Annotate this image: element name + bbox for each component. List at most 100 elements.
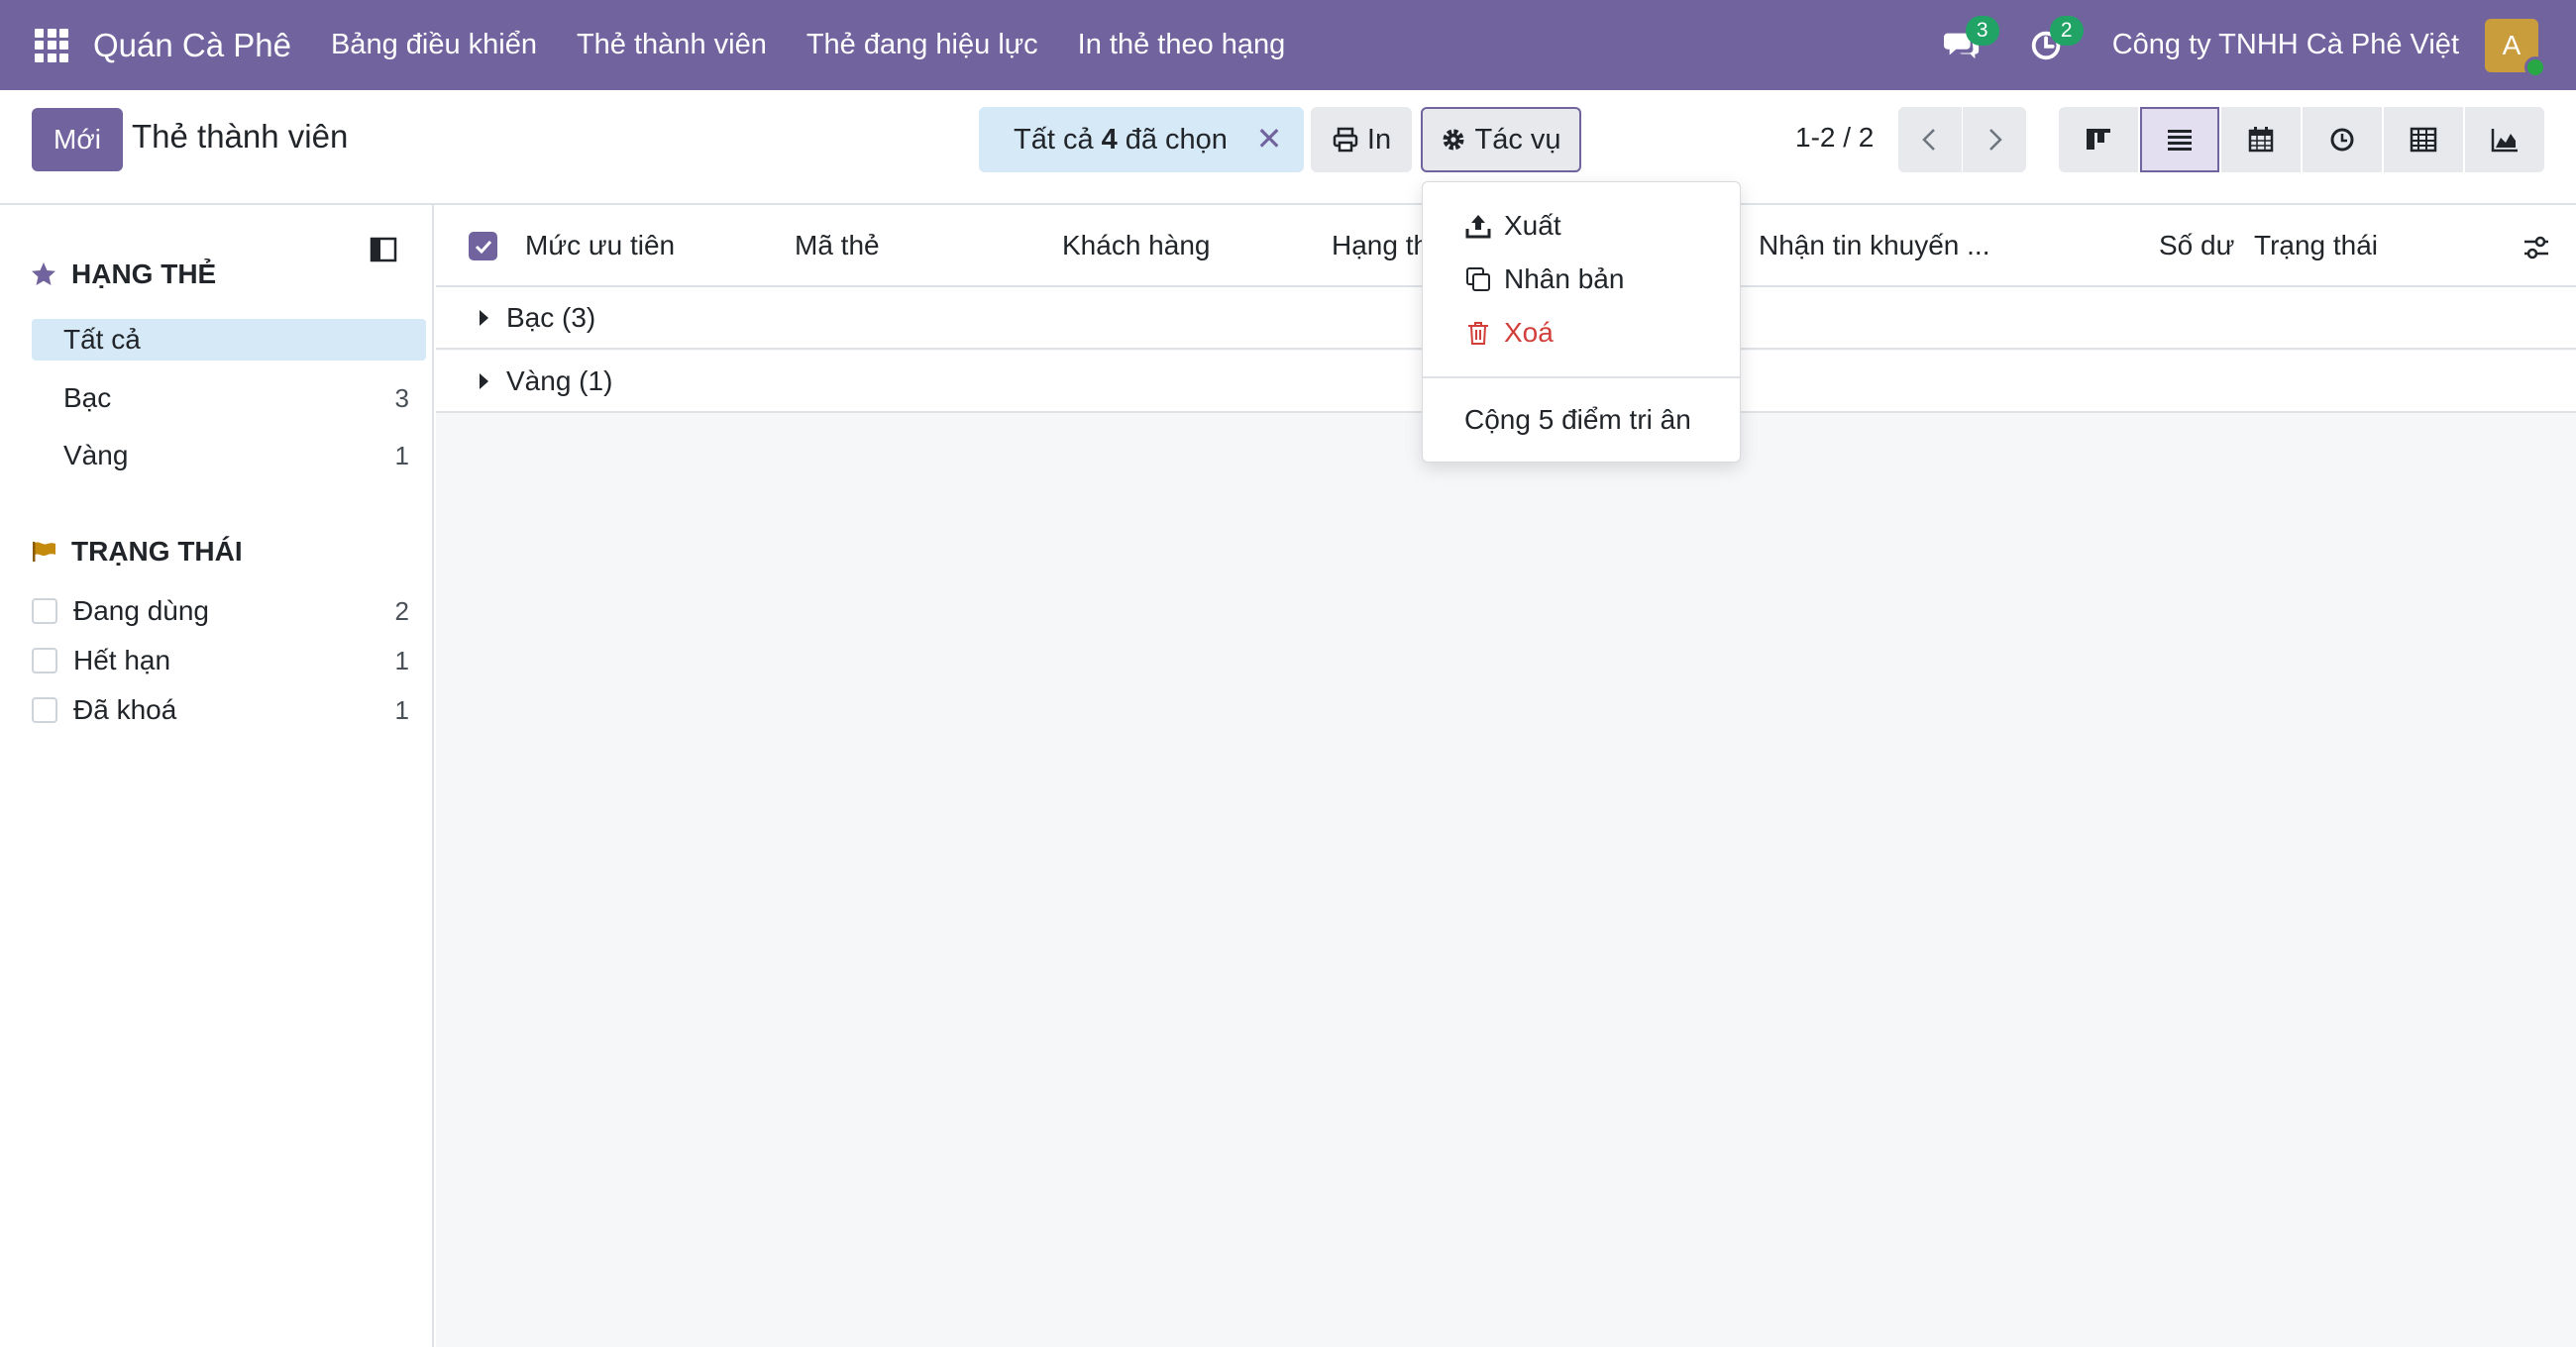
printer-icon (1333, 127, 1358, 153)
status-filter-label: Đã khoá (73, 694, 177, 725)
area-chart-icon (2491, 129, 2518, 153)
selection-suffix: đã chọn (1125, 123, 1228, 155)
menu-item-delete[interactable]: Xoá (1423, 309, 1740, 357)
flag-icon (33, 542, 55, 562)
pager-value[interactable]: 1-2 / 2 (1795, 122, 1874, 154)
status-filter-count: 1 (394, 645, 409, 675)
menu-item-label: Xoá (1504, 317, 1554, 348)
status-heading: TRẠNG THÁI (30, 532, 243, 571)
menu-item-export[interactable]: Xuất (1423, 202, 1740, 250)
gear-icon (1443, 129, 1464, 151)
optional-columns-icon[interactable] (2521, 232, 2552, 263)
trash-icon (1468, 322, 1488, 345)
column-card-code[interactable]: Mã thẻ (795, 230, 880, 261)
avatar-initial: A (2502, 29, 2522, 60)
calendar-view-button[interactable] (2221, 107, 2301, 172)
user-avatar[interactable]: A (2485, 18, 2546, 78)
status-checkbox[interactable] (32, 697, 57, 723)
tier-item-silver[interactable]: Bạc 3 (32, 377, 426, 419)
messages-count-badge: 3 (1965, 15, 1999, 46)
activities-icon[interactable]: 2 (2028, 15, 2084, 65)
tier-item-count: 1 (394, 440, 409, 470)
menu-item-label: Nhân bản (1504, 263, 1625, 294)
kanban-view-button[interactable] (2059, 107, 2138, 172)
activity-view-button[interactable] (2303, 107, 2382, 172)
tier-item-all[interactable]: Tất cả (32, 319, 426, 361)
page-title: Thẻ thành viên (132, 118, 349, 155)
menu-print-by-tier[interactable]: In thẻ theo hạng (1078, 29, 1286, 61)
status-checkbox[interactable] (32, 648, 57, 674)
menu-item-add-loyalty-points[interactable]: Cộng 5 điểm tri ân (1423, 396, 1740, 444)
status-heading-label: TRẠNG THÁI (71, 536, 243, 567)
company-switcher[interactable]: Công ty TNHH Cà Phê Việt (2112, 29, 2459, 61)
menu-member-cards[interactable]: Thẻ thành viên (577, 29, 767, 61)
clear-selection-icon[interactable]: ✕ (1252, 121, 1286, 156)
kanban-icon (2087, 129, 2110, 150)
app-brand[interactable]: Quán Cà Phê (93, 27, 291, 64)
caret-right-icon (480, 309, 488, 326)
upload-icon (1465, 215, 1491, 239)
pager-previous-button[interactable] (1898, 107, 1962, 172)
tier-item-gold[interactable]: Vàng 1 (32, 435, 426, 476)
group-label: Vàng (1) (506, 364, 613, 396)
select-all-link[interactable]: Tất cả (1014, 124, 1094, 156)
column-customer[interactable]: Khách hàng (1062, 230, 1210, 261)
search-panel: HẠNG THẺ Tất cả Bạc 3 Vàng 1 TRẠNG THÁI … (0, 205, 434, 1347)
menu-dashboard[interactable]: Bảng điều khiển (331, 29, 537, 61)
activity-clock-icon (2330, 128, 2354, 152)
app-menu-grid-icon[interactable] (35, 28, 68, 62)
pager-next-button[interactable] (1963, 107, 2026, 172)
chevron-right-icon (1989, 129, 2002, 151)
menu-active-cards[interactable]: Thẻ đang hiệu lực (806, 29, 1038, 61)
menu-divider (1423, 376, 1740, 378)
view-switcher (2059, 107, 2544, 172)
new-button[interactable]: Mới (32, 108, 123, 171)
pivot-view-button[interactable] (2384, 107, 2463, 172)
selection-count: 4 (1101, 123, 1118, 155)
status-filter-in-use[interactable]: Đang dùng 2 (32, 590, 426, 632)
select-all-checkbox[interactable] (469, 232, 497, 260)
chevron-left-icon (1922, 129, 1935, 151)
tier-item-label: Bạc (63, 382, 112, 413)
status-filter-label: Đang dùng (73, 595, 210, 626)
status-filter-expired[interactable]: Hết hạn 1 (32, 640, 426, 681)
checkmark-icon (475, 240, 491, 254)
pivot-table-icon (2410, 127, 2437, 153)
tier-item-label: Tất cả (63, 324, 141, 355)
column-priority[interactable]: Mức ưu tiên (525, 230, 675, 261)
action-menu-button[interactable]: Tác vụ (1421, 107, 1581, 172)
control-panel: Mới Thẻ thành viên Tất cả 4 đã chọn ✕ In… (0, 90, 2576, 205)
status-filter-locked[interactable]: Đã khoá 1 (32, 689, 426, 731)
list-icon (2168, 130, 2192, 151)
print-button[interactable]: In (1311, 107, 1412, 172)
messages-icon[interactable]: 3 (1943, 15, 1999, 65)
star-icon (32, 262, 55, 285)
activities-count-badge: 2 (2049, 15, 2084, 46)
graph-view-button[interactable] (2465, 107, 2544, 172)
print-label: In (1366, 123, 1392, 155)
tier-heading: HẠNG THẺ (30, 255, 216, 294)
calendar-icon (2248, 127, 2274, 153)
top-navbar: Quán Cà Phê Bảng điều khiển Thẻ thành vi… (0, 0, 2576, 90)
menu-item-duplicate[interactable]: Nhân bản (1423, 256, 1740, 303)
action-menu-label: Tác vụ (1474, 123, 1561, 155)
caret-right-icon (480, 372, 488, 389)
group-label: Bạc (3) (506, 301, 596, 333)
action-dropdown-menu: Xuất Nhân bản Xoá Cộng 5 điểm tri ân (1422, 181, 1741, 463)
list-view-button[interactable] (2140, 107, 2219, 172)
column-tier[interactable]: Hạng th (1332, 230, 1429, 261)
menu-item-label: Xuất (1504, 210, 1561, 241)
status-filter-label: Hết hạn (73, 645, 171, 675)
status-filter-count: 2 (394, 595, 409, 626)
column-promo-opt-in[interactable]: Nhận tin khuyến ... (1759, 230, 1989, 261)
column-balance[interactable]: Số dư (2159, 230, 2234, 261)
tier-item-label: Vàng (63, 440, 129, 470)
sidebar-toggle-icon[interactable] (369, 235, 398, 264)
tier-heading-label: HẠNG THẺ (71, 259, 217, 289)
status-checkbox[interactable] (32, 598, 57, 624)
column-status[interactable]: Trạng thái (2254, 230, 2378, 261)
tier-item-count: 3 (394, 382, 409, 413)
presence-indicator (2524, 55, 2546, 78)
selection-indicator: Tất cả 4 đã chọn ✕ (979, 107, 1304, 172)
menu-item-label: Cộng 5 điểm tri ân (1464, 404, 1691, 435)
